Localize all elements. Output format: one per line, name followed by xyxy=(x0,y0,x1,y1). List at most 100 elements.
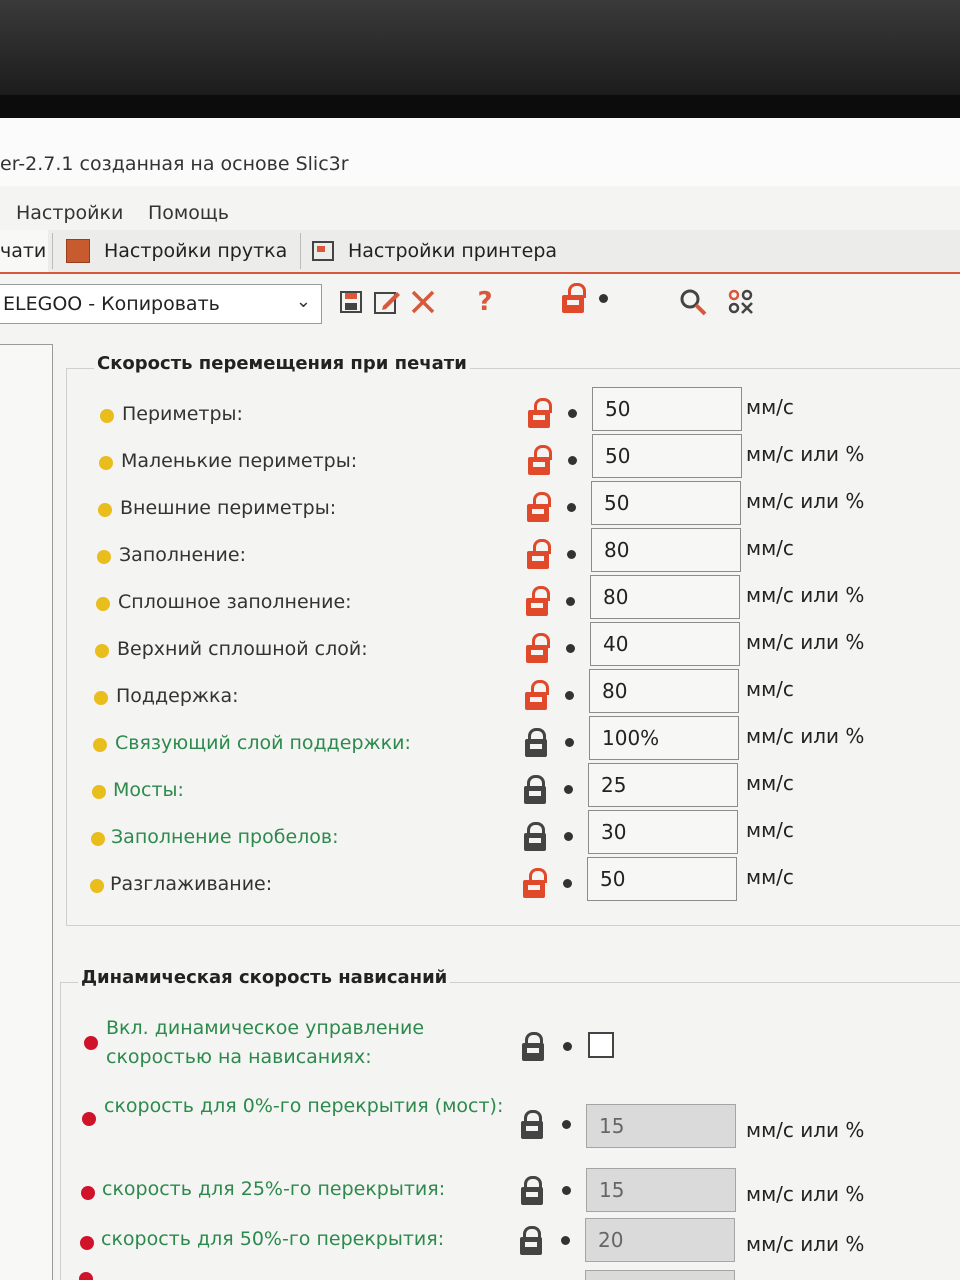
delete-preset-button[interactable] xyxy=(408,282,438,322)
unit-label: мм/с xyxy=(746,865,794,889)
status-dot-icon xyxy=(81,1186,95,1200)
setting-label: Внешние периметры: xyxy=(120,497,337,519)
tab-print-settings[interactable]: чати xyxy=(0,230,48,272)
speed-input[interactable]: 80 xyxy=(589,669,739,713)
speed-input[interactable]: 80 xyxy=(591,528,741,572)
dot-icon xyxy=(563,879,572,888)
speed-input[interactable]: 50 xyxy=(592,387,742,431)
dot-icon xyxy=(565,738,574,747)
status-dot-icon xyxy=(94,691,108,705)
speed-row-top-solid: Верхний сплошной слой: 40 мм/с или % xyxy=(0,618,960,666)
speed-input[interactable]: 50 xyxy=(591,481,741,525)
locked-icon[interactable] xyxy=(521,1176,543,1206)
filament-icon xyxy=(66,239,90,263)
unit-label: мм/с или % xyxy=(746,724,865,748)
unlocked-icon[interactable] xyxy=(526,586,550,617)
menu-settings[interactable]: Настройки xyxy=(16,202,123,224)
speed-input[interactable]: 50 xyxy=(587,857,737,901)
setting-label: Вкл. динамическое управление скоростью н… xyxy=(106,1017,425,1068)
toolbar-dot-icon xyxy=(599,294,608,303)
dot-icon xyxy=(568,456,577,465)
unlocked-icon[interactable] xyxy=(528,398,552,429)
unit-label: мм/с или % xyxy=(746,583,865,607)
locked-icon[interactable] xyxy=(524,822,546,852)
search-button[interactable] xyxy=(676,282,710,322)
status-dot-icon xyxy=(96,597,110,611)
speed-row-ironing: Разглаживание: 50 мм/с xyxy=(0,853,960,901)
unlocked-icon[interactable] xyxy=(528,445,552,476)
status-dot-icon xyxy=(80,1236,94,1250)
locked-icon[interactable] xyxy=(521,1110,543,1140)
locked-icon[interactable] xyxy=(525,728,547,758)
dot-icon xyxy=(565,691,574,700)
dot-icon xyxy=(561,1236,570,1245)
preset-dropdown[interactable]: ELEGOO - Копировать ⌄ xyxy=(0,284,322,324)
overhang-speed-input[interactable] xyxy=(585,1270,735,1280)
speed-input[interactable]: 100% xyxy=(589,716,739,760)
status-dot-icon xyxy=(99,456,113,470)
overhang-row-0: скорость для 0%-го перекрытия (мост): 15… xyxy=(0,1092,960,1156)
save-preset-button[interactable] xyxy=(338,282,364,322)
toolbar-lock-icon[interactable] xyxy=(562,283,586,314)
overhang-enable-row: Вкл. динамическое управление скоростью н… xyxy=(0,1014,960,1078)
setting-label: Связующий слой поддержки: xyxy=(115,732,411,754)
status-dot-icon xyxy=(90,879,104,893)
locked-icon[interactable] xyxy=(520,1226,542,1256)
speed-row-external-perimeters: Внешние периметры: 50 мм/с или % xyxy=(0,477,960,525)
unlocked-icon[interactable] xyxy=(523,868,547,899)
status-dot-icon xyxy=(91,832,105,846)
unit-label: мм/с или % xyxy=(746,630,865,654)
status-dot-icon xyxy=(98,503,112,517)
speed-input[interactable]: 50 xyxy=(592,434,742,478)
preset-value: ELEGOO - Копировать xyxy=(3,293,220,315)
menu-help[interactable]: Помощь xyxy=(148,202,229,224)
status-dot-icon xyxy=(95,644,109,658)
status-dot-icon xyxy=(82,1112,96,1126)
chevron-down-icon: ⌄ xyxy=(295,291,311,312)
compare-presets-icon xyxy=(728,289,753,314)
overhang-speed-input[interactable]: 20 xyxy=(585,1218,735,1262)
speed-row-gap-fill: Заполнение пробелов: 30 мм/с xyxy=(0,806,960,854)
speed-input[interactable]: 30 xyxy=(588,810,738,854)
setting-label: Заполнение пробелов: xyxy=(111,826,339,848)
status-dot-icon xyxy=(93,738,107,752)
dot-icon xyxy=(568,409,577,418)
setting-label: Маленькие периметры: xyxy=(121,450,358,472)
close-icon xyxy=(411,290,435,314)
overhang-row-25: скорость для 25%-го перекрытия: 15 мм/с … xyxy=(0,1168,960,1215)
locked-icon[interactable] xyxy=(524,775,546,805)
unit-label: мм/с или % xyxy=(746,489,865,513)
overhang-speed-input[interactable]: 15 xyxy=(586,1168,736,1212)
tab-printer-label: Настройки принтера xyxy=(348,240,558,262)
title-bar: er-2.7.1 созданная на основе Slic3r xyxy=(0,118,960,186)
tab-divider xyxy=(300,233,301,269)
unlocked-icon[interactable] xyxy=(527,539,551,570)
tab-printer-settings[interactable]: Настройки принтера xyxy=(312,230,572,272)
dot-icon xyxy=(566,597,575,606)
speed-input[interactable]: 40 xyxy=(590,622,740,666)
tab-filament-settings[interactable]: Настройки прутка xyxy=(66,230,296,272)
dot-icon xyxy=(566,644,575,653)
unit-label: мм/с xyxy=(746,536,794,560)
dot-icon xyxy=(562,1186,571,1195)
setting-label: Заполнение: xyxy=(119,544,246,566)
printer-icon xyxy=(312,241,334,261)
unit-label: мм/с xyxy=(746,677,794,701)
unlocked-icon[interactable] xyxy=(526,633,550,664)
overhang-speed-input[interactable]: 15 xyxy=(586,1104,736,1148)
overhang-enable-checkbox[interactable] xyxy=(588,1032,614,1058)
unlocked-icon[interactable] xyxy=(527,492,551,523)
unlocked-icon[interactable] xyxy=(525,680,549,711)
speed-input[interactable]: 80 xyxy=(590,575,740,619)
locked-icon[interactable] xyxy=(522,1032,544,1062)
rename-preset-button[interactable] xyxy=(372,282,402,322)
status-dot-icon xyxy=(100,409,114,423)
unit-label: мм/с или % xyxy=(746,1182,865,1206)
speed-row-perimeters: Периметры: 50 мм/с xyxy=(0,383,960,431)
compare-button[interactable] xyxy=(726,282,756,322)
monitor-bezel xyxy=(0,0,960,95)
speed-input[interactable]: 25 xyxy=(588,763,738,807)
dot-icon xyxy=(563,1042,572,1051)
speed-row-bridges: Мосты: 25 мм/с xyxy=(0,759,960,807)
help-button[interactable]: ? xyxy=(470,282,500,322)
